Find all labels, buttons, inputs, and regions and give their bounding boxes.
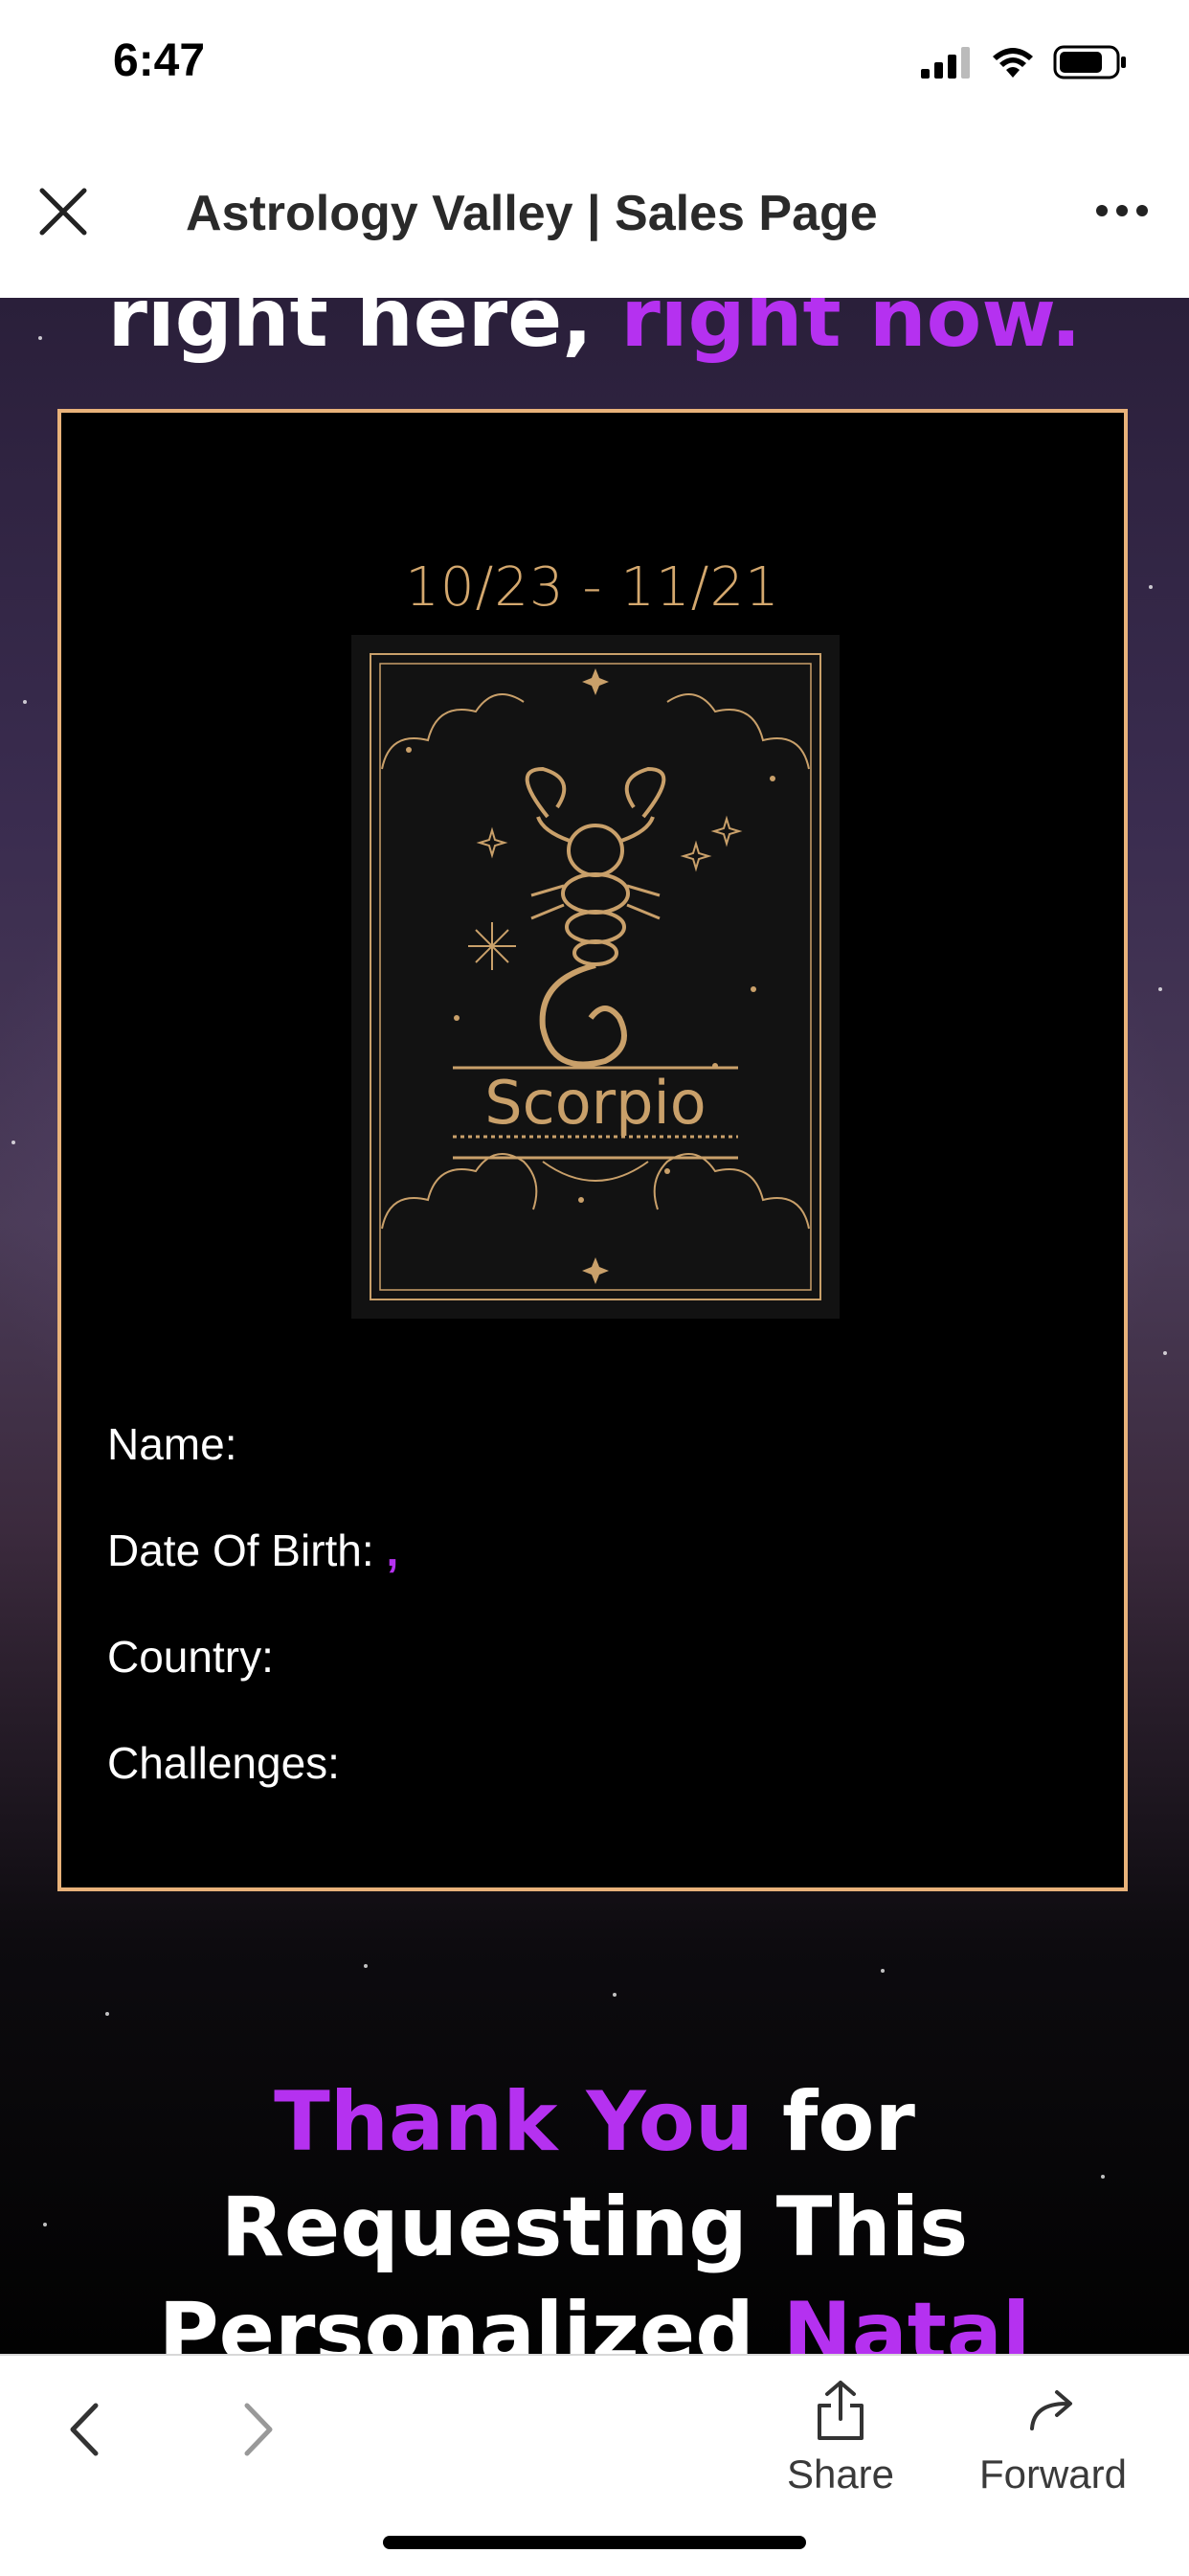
page-title: Astrology Valley | Sales Page bbox=[186, 186, 878, 241]
forward-arrow-icon bbox=[1030, 2390, 1072, 2430]
browser-nav-bar: Astrology Valley | Sales Page bbox=[0, 129, 1189, 300]
headline-right-now: right here, right now. bbox=[0, 298, 1189, 365]
forward-button[interactable]: Forward bbox=[967, 2373, 1139, 2497]
thanks-line3-purple: Natal bbox=[782, 2285, 1031, 2354]
share-label: Share bbox=[786, 2452, 895, 2497]
background-star bbox=[105, 2012, 109, 2016]
battery-icon bbox=[1053, 45, 1126, 79]
share-button[interactable]: Share bbox=[774, 2373, 908, 2497]
field-country-label: Country: bbox=[107, 1632, 274, 1682]
share-icon bbox=[818, 2381, 864, 2440]
status-bar: 6:47 bbox=[0, 0, 1189, 129]
status-icons bbox=[919, 44, 1128, 80]
zodiac-card: 10/23 - 11/21 Scorpio Name: Date Of Birt… bbox=[57, 409, 1128, 1891]
background-star bbox=[1163, 1351, 1167, 1355]
status-time: 6:47 bbox=[113, 35, 206, 86]
forward-label: Forward bbox=[978, 2452, 1128, 2497]
tarot-sign-name: Scorpio bbox=[484, 1068, 706, 1138]
more-options-icon[interactable] bbox=[1093, 196, 1151, 225]
field-dob-label: Date Of Birth: bbox=[107, 1525, 374, 1575]
background-star bbox=[1149, 585, 1153, 589]
back-chevron-icon[interactable] bbox=[59, 2396, 107, 2463]
background-star bbox=[1158, 987, 1162, 991]
chart-fields: Name: Date Of Birth: , Country: Challeng… bbox=[107, 1418, 398, 1843]
web-content: right here, right now. 10/23 - 11/21 Sco… bbox=[0, 298, 1189, 2354]
cellular-signal-icon bbox=[921, 47, 970, 79]
field-name: Name: bbox=[107, 1418, 398, 1525]
thanks-white-text: for bbox=[753, 2074, 915, 2170]
thank-you-heading: Thank You for Requesting This Personaliz… bbox=[0, 2069, 1189, 2354]
field-challenges: Challenges: bbox=[107, 1737, 398, 1843]
thanks-line-2: Requesting This bbox=[220, 2180, 969, 2275]
field-challenges-label: Challenges: bbox=[107, 1738, 340, 1788]
forward-chevron-icon[interactable] bbox=[236, 2396, 283, 2463]
field-dob-value: , bbox=[386, 1525, 399, 1575]
background-star bbox=[11, 1141, 15, 1144]
background-star bbox=[364, 1964, 368, 1968]
close-icon[interactable] bbox=[36, 185, 90, 238]
thanks-line-3: Personalized Natal bbox=[0, 2280, 1189, 2354]
zodiac-dates: 10/23 - 11/21 bbox=[405, 556, 780, 619]
background-star bbox=[613, 1993, 617, 1997]
headline-purple-text: right now. bbox=[620, 298, 1082, 365]
field-name-label: Name: bbox=[107, 1419, 237, 1469]
scorpio-tarot-image: Scorpio bbox=[351, 635, 840, 1319]
thanks-purple-text: Thank You bbox=[274, 2074, 754, 2170]
thanks-line-1: Thank You for bbox=[0, 2069, 1189, 2175]
scorpio-card-illustration: Scorpio bbox=[370, 653, 821, 1300]
background-star bbox=[23, 700, 27, 704]
home-indicator bbox=[383, 2536, 806, 2549]
headline-white-text: right here, bbox=[107, 298, 621, 365]
field-country: Country: bbox=[107, 1631, 398, 1737]
wifi-icon bbox=[993, 48, 1033, 78]
field-date-of-birth: Date Of Birth: , bbox=[107, 1525, 398, 1631]
background-star bbox=[881, 1969, 885, 1973]
thanks-line3-white: Personalized bbox=[158, 2285, 783, 2354]
